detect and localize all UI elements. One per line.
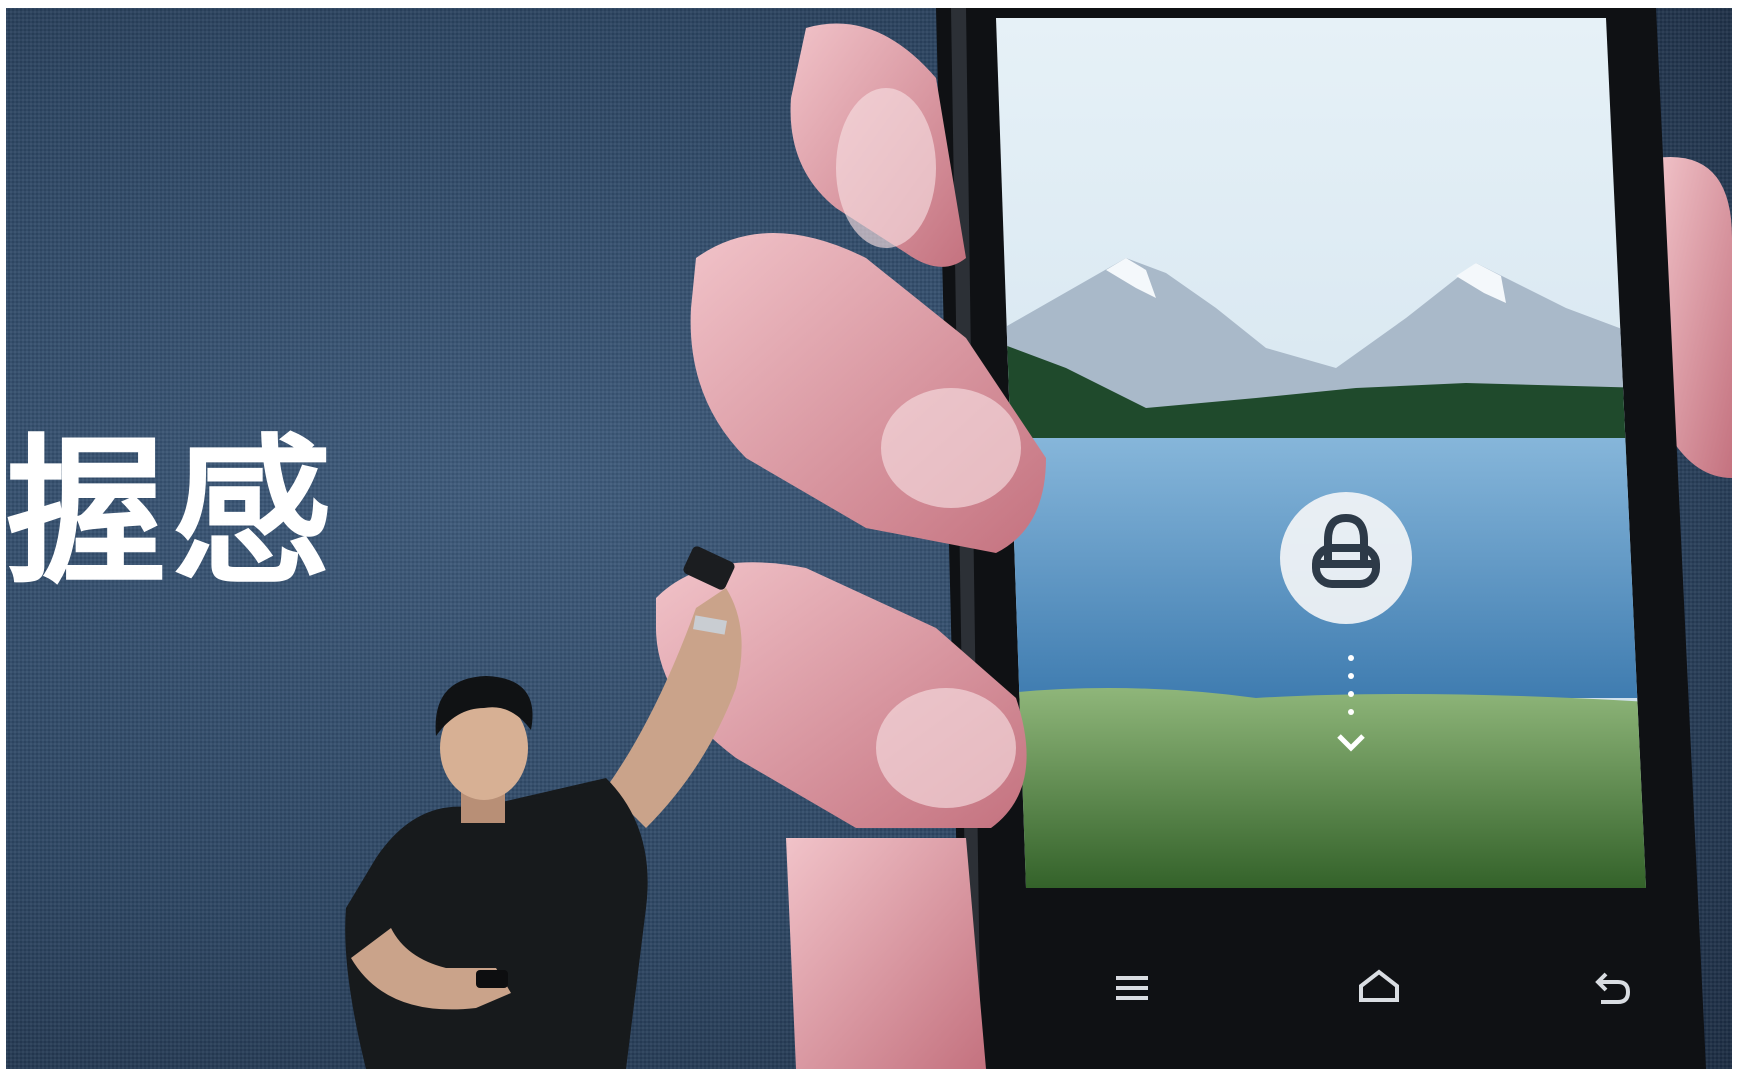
lock-button[interactable] <box>1280 492 1412 624</box>
phone-scene <box>345 8 1732 1069</box>
phone-screen <box>996 18 1646 888</box>
remote-clicker <box>476 970 508 988</box>
stage-photo: 握感 <box>6 8 1732 1069</box>
grass <box>996 688 1646 888</box>
